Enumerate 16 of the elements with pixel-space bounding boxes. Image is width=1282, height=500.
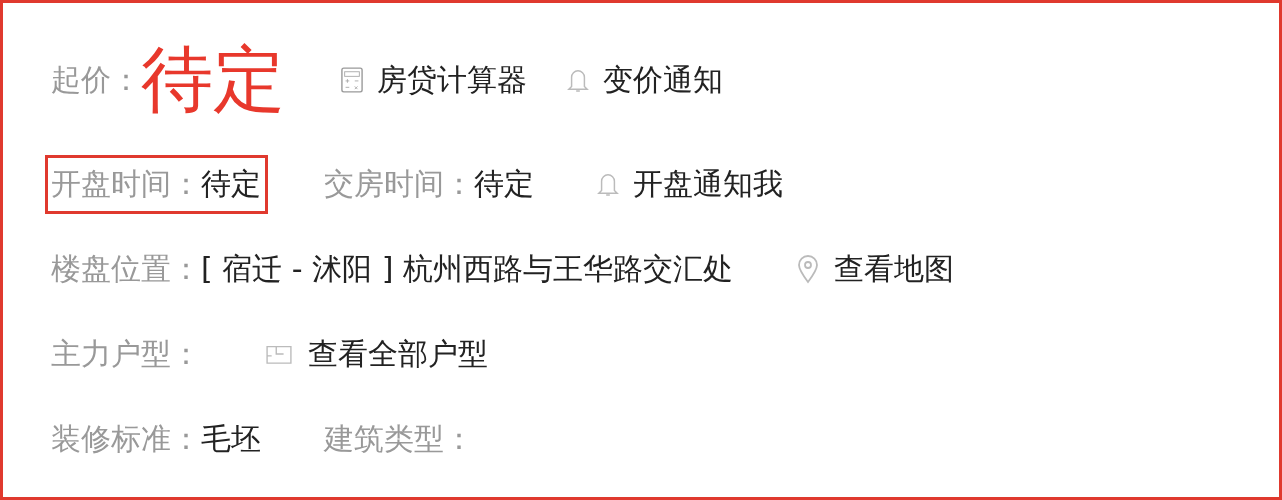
info-field: 建筑类型： xyxy=(318,409,481,469)
floor-plan-icon xyxy=(264,343,294,365)
action-link[interactable]: 开盘通知我 xyxy=(597,163,783,205)
location-pin-icon xyxy=(795,254,820,284)
info-field: 交房时间：待定 xyxy=(318,154,541,214)
info-field: 楼盘位置：[ 宿迁 - 沭阳 ] 杭州西路与王华路交汇处 xyxy=(45,239,740,299)
action-link[interactable]: 房贷计算器 xyxy=(341,59,527,101)
action-link[interactable]: 查看全部户型 xyxy=(264,333,488,375)
action-link[interactable]: 查看地图 xyxy=(795,248,954,290)
calculator-icon xyxy=(341,67,363,93)
action-link[interactable]: 变价通知 xyxy=(567,59,723,101)
info-field: 主力户型： xyxy=(45,324,208,384)
info-field: 装修标准：毛坯 xyxy=(45,409,268,469)
info-field: 开盘时间：待定 xyxy=(45,154,268,214)
price-label: 起价： xyxy=(51,60,141,99)
price-value: 待定 xyxy=(141,36,285,123)
